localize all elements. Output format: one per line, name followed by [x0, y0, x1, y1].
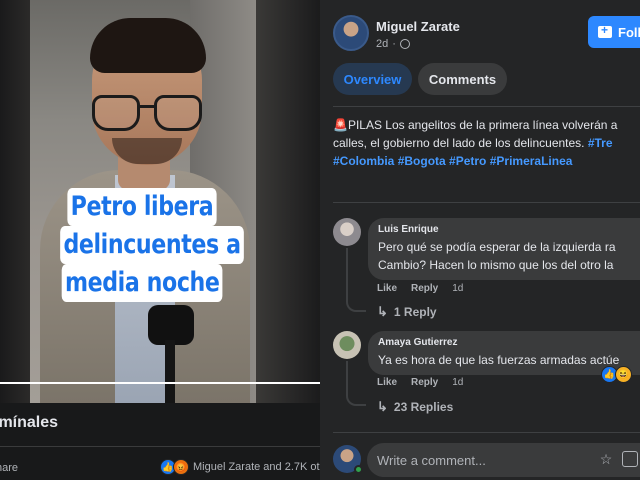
- thread-connector: [346, 392, 366, 406]
- glasses-lens-left: [92, 95, 140, 131]
- reply-arrow-icon: ↳: [377, 399, 388, 414]
- comment-bubble: Luis Enrique Pero qué se podía esperar d…: [368, 218, 640, 280]
- caption-line-3: media noche: [61, 264, 223, 302]
- video-action-bar: hare 👍 😡 Miguel Zarate and 2.7K ot: [0, 446, 320, 480]
- follow-button[interactable]: Foll: [588, 16, 640, 48]
- post-panel: Miguel Zarate 2d · Foll Overview Comment…: [320, 0, 640, 480]
- sticker-icon[interactable]: ☆: [598, 451, 614, 467]
- comment-bubble: Amaya Gutierrez Ya es hora de que las fu…: [368, 331, 640, 375]
- reply-button[interactable]: Reply: [411, 283, 438, 294]
- comment-text-line-2: Cambio? Hacen lo mismo que los del otro …: [378, 258, 614, 272]
- person-glasses: [92, 95, 204, 135]
- thread-line: [346, 361, 348, 392]
- post-text-line-2-content: calles, el gobierno del lado de los deli…: [333, 136, 588, 150]
- author-avatar[interactable]: [333, 15, 369, 51]
- like-button[interactable]: Like: [377, 283, 397, 294]
- video-background-left: [0, 0, 30, 403]
- caption-line-1: Petro libera: [67, 188, 217, 226]
- video-title: ímínales: [0, 414, 59, 431]
- follow-icon: [598, 23, 612, 38]
- thread-connector: [346, 298, 366, 312]
- post-time[interactable]: 2d: [376, 38, 388, 50]
- comment-text-line-1: Pero qué se podía esperar de la izquierd…: [378, 240, 616, 254]
- person-hair: [90, 18, 206, 73]
- video-player[interactable]: Petro libera delincuentes a media noche: [0, 0, 320, 403]
- hashtag-link[interactable]: #Tre: [588, 136, 613, 150]
- comment-reactions[interactable]: 👍 😆: [601, 366, 632, 383]
- haha-reaction-icon: 😆: [615, 366, 632, 383]
- commenter-avatar[interactable]: [333, 218, 361, 246]
- post-text-line-2: calles, el gobierno del lado de los deli…: [333, 134, 640, 152]
- video-caption: Petro libera delincuentes a media noche: [40, 188, 244, 302]
- reply-arrow-icon: ↳: [377, 304, 388, 319]
- gif-icon[interactable]: [622, 451, 638, 467]
- online-status-dot: [354, 465, 363, 474]
- thread-line: [346, 248, 348, 298]
- video-background-right: [256, 0, 320, 403]
- divider: [333, 106, 640, 107]
- comment-time[interactable]: 1d: [452, 283, 463, 294]
- post-text-line-3: #Colombia #Bogota #Petro #PrimeraLinea: [333, 152, 640, 170]
- divider: [333, 432, 640, 433]
- globe-icon: [399, 39, 410, 49]
- divider: [333, 202, 640, 203]
- hashtag-link[interactable]: #Bogota: [398, 154, 446, 168]
- tab-comments[interactable]: Comments: [418, 63, 507, 95]
- view-replies-button[interactable]: ↳ 1 Reply: [377, 304, 437, 320]
- commenter-avatar[interactable]: [333, 331, 361, 359]
- commenter-name[interactable]: Amaya Gutierrez: [378, 337, 640, 348]
- angry-reaction-icon: 😡: [173, 459, 189, 475]
- commenter-name[interactable]: Luis Enrique: [378, 224, 640, 235]
- view-replies-button[interactable]: ↳ 23 Replies: [377, 399, 453, 415]
- meta-separator: ·: [392, 38, 396, 50]
- post-body: 🚨PILAS Los angelitos de la primera línea…: [333, 116, 640, 170]
- replies-count: 1 Reply: [393, 305, 437, 319]
- hashtag-link[interactable]: #Petro: [449, 154, 486, 168]
- comment-time[interactable]: 1d: [452, 377, 463, 388]
- tab-overview[interactable]: Overview: [333, 63, 412, 95]
- follow-label: Foll: [618, 24, 640, 40]
- share-button[interactable]: hare: [0, 462, 18, 474]
- video-progress-fill: [0, 382, 320, 384]
- glasses-lens-right: [154, 95, 202, 131]
- video-progress-bar[interactable]: [0, 382, 320, 384]
- microphone-stand: [165, 340, 175, 403]
- reaction-count-text: Miguel Zarate and 2.7K ot: [193, 461, 320, 473]
- post-meta: 2d ·: [376, 38, 410, 50]
- hashtag-link[interactable]: #Colombia: [333, 154, 394, 168]
- hashtag-link[interactable]: #PrimeraLinea: [490, 154, 573, 168]
- comment-actions: Like Reply 1d: [377, 283, 463, 294]
- video-column: Petro libera delincuentes a media noche …: [0, 0, 320, 480]
- siren-icon: 🚨: [333, 118, 348, 132]
- post-text-line-1: 🚨PILAS Los angelitos de la primera línea…: [333, 116, 640, 134]
- post-text-line-1-content: PILAS Los angelitos de la primera línea …: [347, 118, 618, 132]
- microphone: [148, 305, 194, 345]
- caption-line-2: delincuentes a: [60, 226, 244, 264]
- author-name[interactable]: Miguel Zarate: [376, 19, 460, 34]
- reply-button[interactable]: Reply: [411, 377, 438, 388]
- comment-actions: Like Reply 1d: [377, 377, 463, 388]
- reaction-summary[interactable]: 👍 😡 Miguel Zarate and 2.7K ot: [160, 459, 320, 475]
- replies-count: 23 Replies: [393, 400, 454, 414]
- like-button[interactable]: Like: [377, 377, 397, 388]
